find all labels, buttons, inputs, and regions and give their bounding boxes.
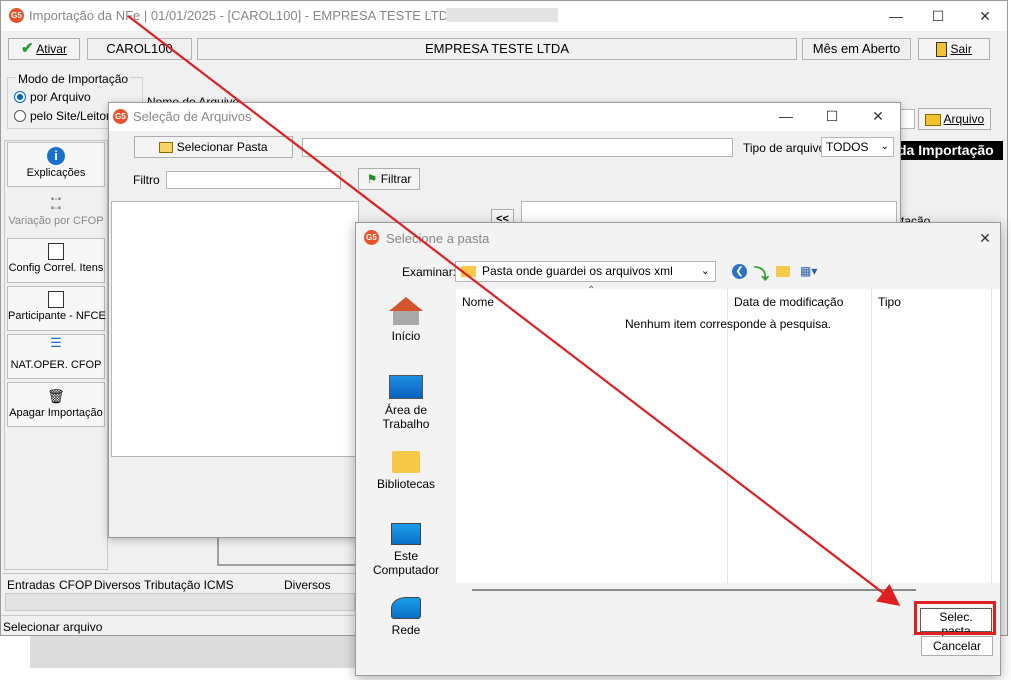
import-mode-legend: Modo de Importação — [16, 72, 131, 86]
network-icon — [391, 597, 421, 619]
file-selection-title: Seleção de Arquivos — [133, 109, 252, 124]
sidebar-item-cfop-variation: ▪-▪ ▪-▪ Variação por CFOP — [7, 190, 105, 235]
new-folder-icon[interactable] — [776, 266, 790, 277]
file-button[interactable]: Arquivo — [918, 108, 991, 130]
home-icon — [389, 297, 423, 311]
chevron-down-icon: ⌄ — [880, 141, 889, 152]
column-type[interactable]: Tipo — [878, 295, 901, 309]
select-folder-button[interactable]: Selecionar Pasta — [134, 136, 293, 158]
file-type-select[interactable]: TODOS ⌄ — [821, 137, 894, 157]
radio-unselected-icon — [14, 110, 26, 122]
open-folder-icon — [924, 113, 941, 126]
empty-message: Nenhum item corresponde à pesquisa. — [625, 317, 832, 331]
file-type-label: Tipo de arquivo — [743, 141, 826, 155]
folder-dialog-titlebar: G5 Selecione a pasta ✕ — [356, 223, 1000, 253]
app-logo-icon: G5 — [113, 109, 128, 124]
cnpj-redacted — [446, 8, 558, 22]
tab-diversos[interactable]: Diversos — [94, 578, 141, 592]
month-status: Mês em Aberto — [802, 38, 911, 60]
app-logo-icon: G5 — [9, 8, 24, 23]
edit-form-icon — [48, 291, 64, 308]
checkmark-icon: ✔ — [21, 40, 34, 57]
examine-label: Examinar: — [402, 265, 457, 279]
folder-icon — [392, 451, 420, 473]
main-title: Importação da NFe | 01/01/2025 - [CAROL1… — [29, 8, 506, 23]
activate-button[interactable]: ✔ Ativar — [8, 38, 80, 60]
maximize-icon[interactable]: ☐ — [817, 105, 847, 127]
radio-selected-icon — [14, 91, 26, 103]
info-icon: i — [47, 147, 65, 165]
cancel-button[interactable]: Cancelar — [921, 636, 993, 656]
exit-button[interactable]: Sair — [918, 38, 990, 60]
column-date-modified[interactable]: Data de modificação — [734, 295, 843, 309]
minimize-icon[interactable]: — — [771, 105, 801, 127]
sort-arrow-icon: ⌃ — [587, 285, 596, 296]
main-titlebar: G5 Importação da NFe | 01/01/2025 - [CAR… — [1, 1, 1007, 31]
filter-input[interactable] — [166, 171, 341, 189]
file-list-left[interactable] — [111, 201, 359, 457]
tab-cfop[interactable]: CFOP — [59, 578, 92, 592]
minimize-icon[interactable]: — — [881, 5, 911, 27]
close-icon[interactable]: ✕ — [970, 227, 1000, 249]
open-folder-icon — [159, 142, 174, 154]
place-desktop[interactable]: Área de Trabalho — [356, 375, 456, 431]
company-display: EMPRESA TESTE LTDA — [197, 38, 797, 60]
content-frame — [217, 536, 357, 566]
folder-dialog: G5 Selecione a pasta ✕ Examinar: Pasta o… — [355, 222, 1001, 676]
folder-path-input[interactable] — [302, 138, 733, 157]
status-bar: Selecionar arquivo — [1, 615, 355, 635]
background-strip — [30, 636, 356, 668]
horizontal-scrollbar[interactable] — [472, 589, 916, 591]
close-icon[interactable]: ✕ — [863, 105, 893, 127]
place-home[interactable]: Início — [356, 297, 456, 343]
list-icon: ☰ — [50, 335, 62, 350]
sidebar-item-explanations[interactable]: i Explicações — [7, 142, 105, 187]
filter-label: Filtro — [133, 173, 160, 187]
sidebar-item-delete-import[interactable]: 🗑 Apagar Importação — [7, 382, 105, 427]
file-list[interactable]: ⌃ Nome Data de modificação Tipo Nenhum i… — [456, 285, 1000, 583]
close-icon[interactable]: ✕ — [970, 5, 1000, 27]
bottom-tabs: Entradas CFOP Diversos Tributação ICMS D… — [3, 573, 355, 593]
tab-diversos-2[interactable]: Diversos — [284, 578, 331, 592]
folder-dialog-title: Selecione a pasta — [386, 231, 490, 246]
filter-button[interactable]: ⚑ Filtrar — [358, 168, 420, 190]
exit-door-icon — [936, 42, 948, 58]
status-text: Selecionar arquivo — [3, 620, 103, 634]
chevron-down-icon: ⌄ — [700, 265, 710, 277]
places-bar: Início Área de Trabalho Bibliotecas Este… — [356, 289, 456, 675]
place-this-computer[interactable]: Este Computador — [356, 523, 456, 577]
column-divider — [871, 289, 872, 583]
folder-icon — [461, 266, 476, 277]
edit-form-icon — [48, 243, 64, 260]
place-network[interactable]: Rede — [356, 597, 456, 637]
sidebar-item-nat-oper-cfop[interactable]: ☰ NAT.OPER. CFOP — [7, 334, 105, 379]
bottom-bar — [5, 593, 355, 611]
tab-entradas[interactable]: Entradas — [7, 578, 55, 592]
file-selection-titlebar: G5 Seleção de Arquivos — ☐ ✕ — [109, 103, 900, 131]
sidebar-item-config-items[interactable]: Config Correl. Itens — [7, 238, 105, 283]
up-folder-icon[interactable]: ⤵ — [754, 263, 769, 284]
column-name[interactable]: Nome — [462, 295, 494, 309]
view-menu-icon[interactable]: ▦▾ — [800, 264, 817, 278]
trash-icon: 🗑 — [47, 388, 65, 404]
user-code-display: CAROL100 — [87, 38, 192, 60]
computer-icon — [391, 523, 421, 545]
app-logo-icon: G5 — [364, 230, 379, 245]
import-header-banner: da Importação — [894, 141, 1003, 160]
desktop-icon — [389, 375, 423, 399]
filter-icon: ⚑ — [366, 172, 378, 186]
tab-tributacao-icms[interactable]: Tributação ICMS — [144, 578, 234, 592]
sidebar-item-participant-nfce[interactable]: Participante - NFCE — [7, 286, 106, 331]
back-icon[interactable]: ❮ — [732, 264, 747, 279]
highlight-box — [914, 601, 996, 635]
grid-icon: ▪-▪ ▪-▪ — [50, 194, 62, 214]
place-libraries[interactable]: Bibliotecas — [356, 451, 456, 491]
column-divider — [727, 289, 728, 583]
folder-combo[interactable]: Pasta onde guardei os arquivos xml ⌄ — [455, 261, 716, 282]
maximize-icon[interactable]: ☐ — [923, 5, 953, 27]
column-divider — [991, 289, 992, 583]
